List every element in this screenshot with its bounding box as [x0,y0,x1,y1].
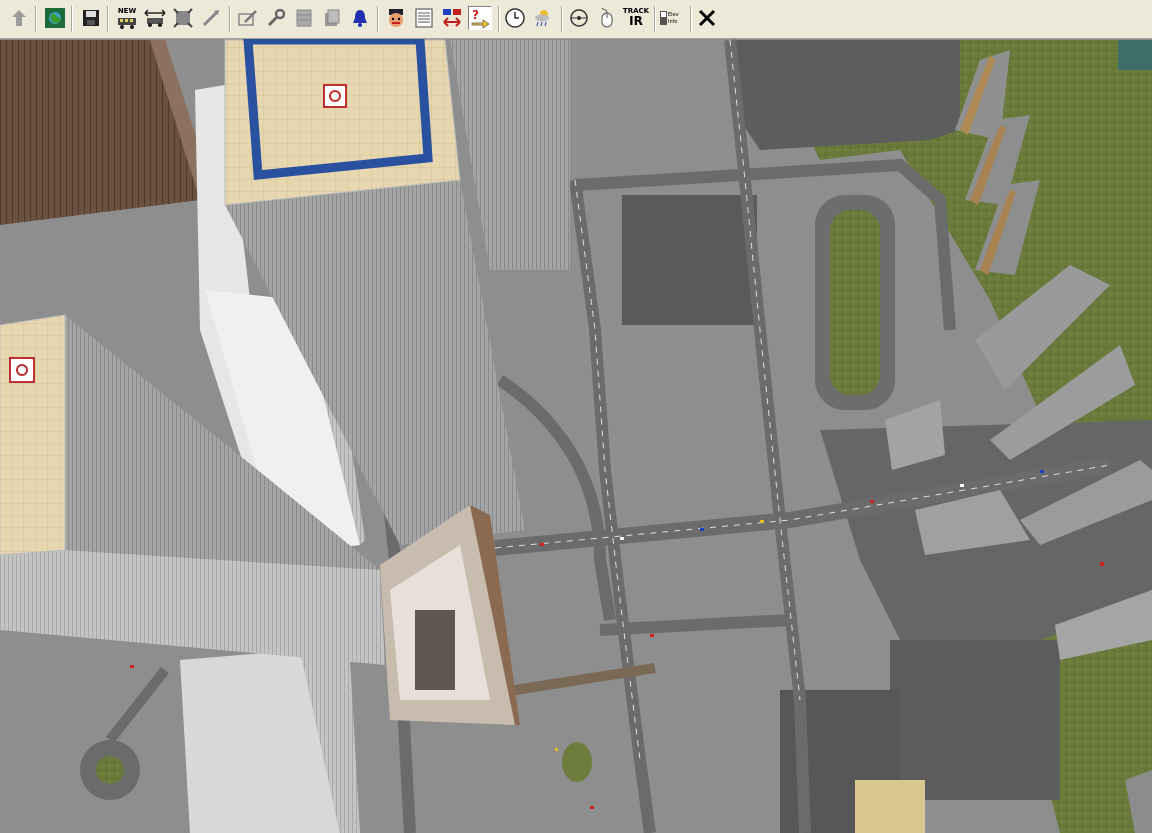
water [1118,40,1152,70]
driver-icon [389,9,403,27]
toolbar-separator [498,6,500,32]
options-checkbox-button[interactable]: Elev Info [660,6,686,30]
weather-button[interactable] [531,6,555,30]
compass-icon [570,9,588,27]
map-terrain-icon [45,8,65,28]
wrench-icon [267,8,286,27]
select-area-icon [173,8,193,28]
grid-tool-icon [296,9,312,27]
help-pointer-button[interactable]: ? [468,6,492,30]
toolbar-separator [654,6,656,32]
drag-tool-button[interactable] [199,6,223,30]
city-scene [0,39,1152,833]
track-ir-button[interactable]: TRACK IR [622,6,650,30]
clock-button[interactable] [503,6,527,30]
weather-icon [535,10,549,27]
toolbar-separator [690,6,692,32]
option-row-1: Elev [660,11,679,18]
new-train-icon [118,17,136,29]
new-label: NEW [117,6,137,15]
toolbar-separator [107,6,109,32]
bell-icon [353,10,367,27]
close-button[interactable] [695,6,719,30]
svg-text:?: ? [472,8,479,22]
save-button[interactable] [79,6,103,30]
main-toolbar: NEW ? TRACK IR Elev Info [0,0,1152,39]
oval-infield [830,210,880,395]
select-area-button[interactable] [171,6,195,30]
schedule-icon [415,8,433,28]
toolbar-separator [377,6,379,32]
layer-tool-icon [325,9,340,26]
option-label-2: Info [668,18,678,25]
new-train-button[interactable]: NEW [115,6,139,30]
player-vehicle-cab [415,610,455,690]
crosswalk-pad [855,780,925,833]
drag-tool-icon [202,10,219,27]
option-row-2: Info [660,18,677,25]
south-tower-roof [0,314,66,556]
toolbar-separator [35,6,37,32]
grass-patch [562,742,592,782]
helipad-south-icon [9,357,35,383]
schedule-button[interactable] [412,6,436,30]
helipad-north-icon [323,84,347,108]
switch-direction-icon [443,9,461,27]
toolbar-separator [71,6,73,32]
couple-train-button[interactable] [143,6,167,30]
mouse-button[interactable] [595,6,619,30]
couple-train-icon [144,9,166,27]
up-arrow-icon [12,10,26,26]
parking-lot-north [735,40,960,150]
help-pointer-icon: ? [471,8,490,29]
grid-tool-button[interactable] [292,6,316,30]
layer-tool-button[interactable] [320,6,344,30]
checked-checkbox-icon [660,18,667,25]
parking-lot-south [890,640,1060,800]
track-ir-label-bottom: IR [629,14,643,28]
simulator-window: NEW ? TRACK IR Elev Info [0,0,1152,833]
option-label-1: Elev [668,11,679,18]
compass-button[interactable] [567,6,591,30]
map-terrain-button[interactable] [43,6,67,30]
close-icon [698,9,716,27]
save-icon [83,10,99,26]
parking-lot-center [622,195,757,325]
edit-track-icon [238,10,257,26]
3d-viewport[interactable] [0,39,1152,833]
clock-icon [505,8,525,28]
up-arrow-button[interactable] [7,6,31,30]
edit-track-button[interactable] [236,6,260,30]
switch-direction-button[interactable] [440,6,464,30]
options-checkbox-icon [660,11,667,18]
roundabout-island [96,756,124,784]
toolbar-separator [561,6,563,32]
bell-button[interactable] [348,6,372,30]
mouse-icon [601,7,613,28]
toolbar-separator [229,6,231,32]
wrench-button[interactable] [264,6,288,30]
driver-button[interactable] [384,6,408,30]
